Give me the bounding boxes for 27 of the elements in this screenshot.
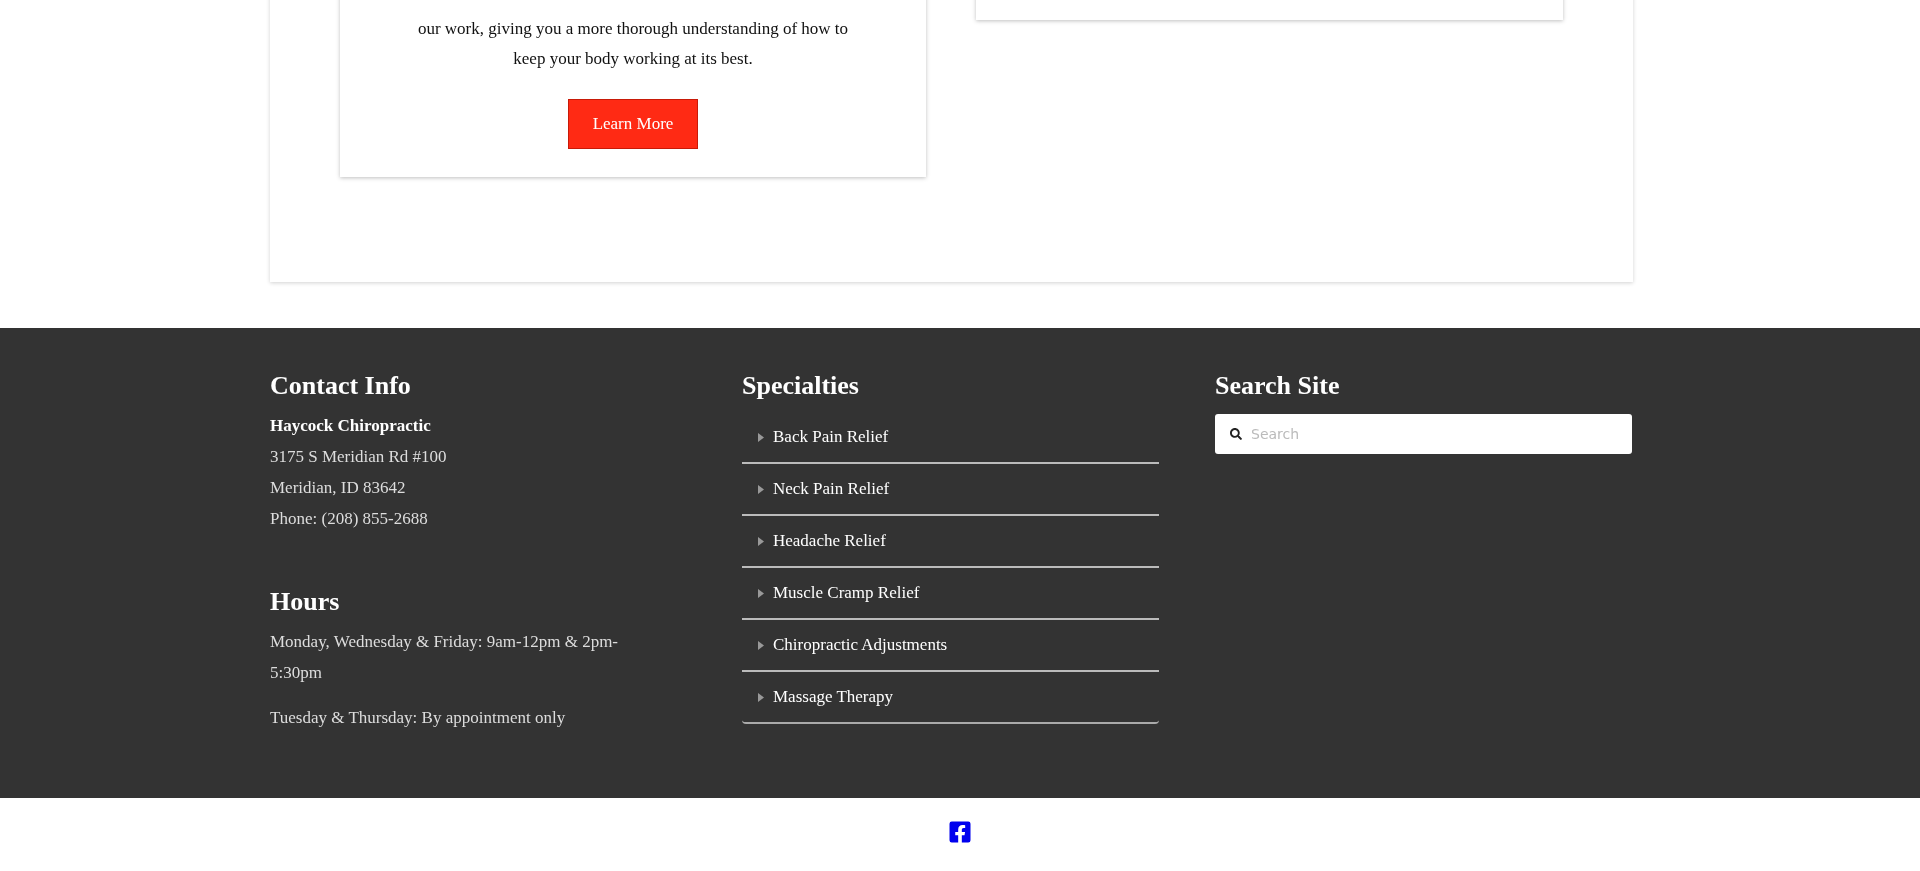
specialty-item[interactable]: Muscle Cramp Relief	[742, 566, 1159, 618]
section-heading: Contact Info	[270, 370, 412, 402]
learn-more-button[interactable]: Learn More	[568, 99, 698, 149]
specialty-item[interactable]: Chiropractic Adjustments	[742, 618, 1159, 670]
address-line: Phone: (208) 855-2688	[270, 508, 429, 530]
specialty-item[interactable]: Headache Relief	[742, 514, 1159, 566]
address-line: Meridian, ID 83642	[270, 477, 407, 499]
address-line: 3175 S Meridian Rd #100	[270, 446, 448, 468]
section-heading: Hours	[270, 586, 341, 618]
triangle-icon	[758, 432, 764, 442]
section-heading: Search Site	[1215, 370, 1341, 402]
triangle-icon	[758, 640, 764, 650]
triangle-icon	[758, 588, 764, 598]
specialty-item[interactable]: Massage Therapy	[742, 670, 1159, 722]
hours-text: Monday, Wednesday & Friday: 9am-12pm & 2pm-5:30pm	[270, 631, 620, 684]
search-icon	[1230, 428, 1242, 440]
facebook-icon[interactable]	[948, 820, 972, 844]
business-name: Haycock Chiropractic	[270, 415, 432, 437]
triangle-icon	[758, 692, 764, 702]
card-text: our work, giving you a more thorough understanding of how to keep your body working at its best.	[416, 18, 850, 70]
triangle-icon	[758, 484, 764, 494]
search-field[interactable]: Search	[1215, 414, 1632, 454]
section-heading: Specialties	[742, 370, 860, 402]
triangle-icon	[758, 536, 764, 546]
specialty-item[interactable]: Neck Pain Relief	[742, 462, 1159, 514]
specialty-item[interactable]: Back Pain Relief	[742, 412, 1159, 462]
hours-text: Tuesday & Thursday: By appointment only	[270, 707, 567, 729]
